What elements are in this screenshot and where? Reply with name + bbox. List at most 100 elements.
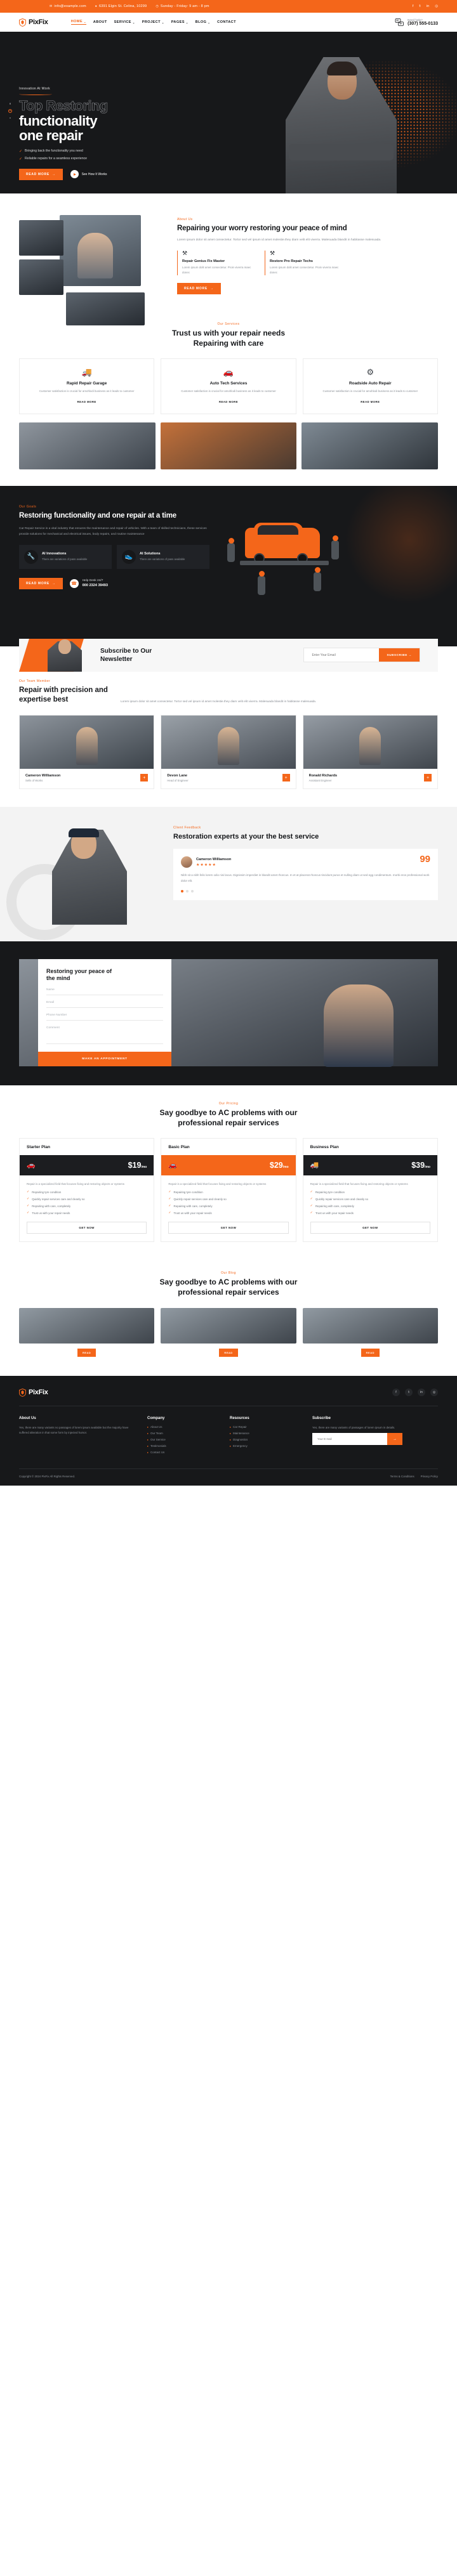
blog-cards: READ READ READ (19, 1307, 438, 1357)
plus-icon[interactable]: + (423, 774, 432, 782)
tools-icon: 🔧 (24, 549, 38, 564)
comment-field[interactable]: Comment (46, 1026, 163, 1045)
goals-helpdesk[interactable]: ☎ Help Desk 24/7 000 2324 39493 (69, 579, 108, 588)
nav-item-blog[interactable]: BLOG ⌄ (195, 20, 211, 25)
pricing-card-basic[interactable]: Basic Plan 🚗 $29/mo Repair is a speciali… (161, 1138, 296, 1243)
footer-subscribe-button[interactable]: → (387, 1433, 402, 1446)
linkedin-icon[interactable]: in (418, 1389, 425, 1397)
service-card-2-link[interactable]: READ MORE (219, 400, 238, 403)
check-icon: ✓ (310, 1204, 313, 1208)
nav-item-home[interactable]: HOME ⌄ (70, 20, 86, 25)
pricing-card-starter-button[interactable]: GET NOW (27, 1222, 147, 1234)
play-icon[interactable] (70, 170, 79, 178)
team-section: Our Team Member Repair with precision an… (0, 660, 457, 807)
testimonial-dot-2[interactable] (186, 889, 189, 892)
mechanic-figure-3 (314, 566, 321, 591)
newsletter-email-input[interactable] (304, 648, 380, 662)
email-field[interactable]: Email (46, 1001, 163, 1009)
goals-cta-row: READ MORE → ☎ Help Desk 24/7 000 2324 39… (19, 577, 209, 589)
hero-read-more-label: READ MORE (26, 172, 50, 176)
car-wash-icon: 🚗 (168, 1161, 178, 1169)
linkedin-icon[interactable]: in (427, 4, 429, 8)
footer-terms-link[interactable]: Terms & Conditions (390, 1475, 414, 1478)
pricing-card-starter-feature-2: ✓ Quickly repair services care and cleanl… (27, 1197, 85, 1201)
name-field[interactable]: Name (46, 988, 163, 996)
twitter-icon[interactable]: 𝕥 (405, 1389, 413, 1397)
team-cards: Cameron Williamson Sells of Works + Devo… (19, 714, 438, 789)
hero-read-more-button[interactable]: READ MORE → (19, 168, 63, 180)
car-check-icon: 🚗 (223, 367, 234, 377)
testimonial-dots[interactable] (181, 889, 430, 892)
brand-logo[interactable]: PixFix (19, 18, 48, 27)
team-card-3[interactable]: Ronald Richards Assistant Engineer + (302, 714, 438, 789)
plus-icon[interactable]: + (282, 774, 290, 782)
newsletter-subscribe-button[interactable]: SUBSCRIBE → (379, 648, 420, 662)
footer-email-input[interactable] (312, 1433, 387, 1446)
service-card-3[interactable]: ⚙ Roadside Auto Repair Customer satisfac… (302, 358, 438, 414)
hero-video-link[interactable]: See How It Works (70, 170, 107, 178)
testimonial-dot-1-active[interactable] (181, 889, 183, 892)
twitter-icon[interactable]: 𝕥 (419, 4, 421, 8)
footer-resources-link-4[interactable]: ▸ Emergency (230, 1444, 298, 1448)
topbar-hours: ◷ Sunday - Friday: 9 am - 8 pm (156, 4, 209, 8)
footer-resources-link-3[interactable]: ▸ Diagnostics (230, 1438, 298, 1441)
car-repair-icon: 🚗 (27, 1161, 36, 1169)
nav-item-service[interactable]: SERVICE ⌄ (114, 20, 135, 25)
nav-item-about[interactable]: ABOUT (93, 20, 107, 25)
instagram-icon[interactable]: ◎ (435, 4, 438, 8)
service-card-3-link[interactable]: READ MORE (361, 400, 380, 403)
about-read-more-button[interactable]: READ MORE → (177, 283, 221, 295)
service-card-2[interactable]: 🚗 Auto Tech Services Customer satisfacti… (161, 358, 296, 414)
footer-resources-link-1[interactable]: ▸ Car Repair (230, 1425, 298, 1429)
about-read-more-label: READ MORE (184, 287, 208, 291)
footer-company-link-4[interactable]: ▸ Testimonials (147, 1444, 216, 1448)
nav-phone-number[interactable]: (307) 555-0133 (407, 22, 438, 26)
phone-field[interactable]: Phone Number (46, 1014, 163, 1021)
blog-card-3[interactable]: READ (302, 1307, 438, 1357)
footer-company-link-5[interactable]: ▸ Contact Us (147, 1451, 216, 1454)
toolbox-icon: ⚒ (270, 250, 275, 257)
team-card-1[interactable]: Cameron Williamson Sells of Works + (19, 714, 155, 789)
goals-helpdesk-number[interactable]: 000 2324 39493 (83, 584, 108, 587)
goals-card-1[interactable]: 🔧 AI Innovations There are variations of… (19, 544, 112, 569)
pricing-card-business[interactable]: Business Plan 🚚 $39/mo Repair is a speci… (302, 1138, 438, 1243)
shield-logo-icon (19, 18, 26, 27)
pricing-card-business-button[interactable]: GET NOW (310, 1222, 430, 1234)
arrow-right-icon: → (408, 653, 412, 657)
instagram-icon[interactable]: ◎ (430, 1389, 438, 1397)
footer-company-link-1[interactable]: ▸ About Us (147, 1425, 216, 1429)
topbar-info: ✉ info@example.com ● 6391 Elgin St. Celi… (50, 4, 209, 8)
goals-read-more-button[interactable]: READ MORE → (19, 577, 63, 589)
nav-item-pages-label: PAGES (171, 20, 185, 24)
footer-resources-link-2[interactable]: ▸ Maintenance (230, 1432, 298, 1435)
team-card-2[interactable]: Devon Lane Head of Engineer + (161, 714, 296, 789)
footer-company-link-3[interactable]: ▸ Our Service (147, 1438, 216, 1441)
footer-privacy-link[interactable]: Privacy Policy (421, 1475, 438, 1478)
footer-brand-logo[interactable]: PixFix (19, 1388, 48, 1397)
goals-card-2[interactable]: 👟 AI Solutions There are variations of p… (117, 544, 209, 569)
service-card-1[interactable]: 🚚 Rapid Repair Garage Customer satisfact… (19, 358, 155, 414)
blog-card-2[interactable]: READ (161, 1307, 296, 1357)
nav-item-project[interactable]: PROJECT ⌄ (142, 20, 164, 25)
check-icon: ✓ (310, 1190, 313, 1194)
footer-subscribe-text: Yes, there are many variants of passages… (312, 1425, 395, 1429)
plus-icon[interactable]: + (140, 774, 149, 782)
service-card-1-link[interactable]: READ MORE (77, 400, 96, 403)
make-appointment-button[interactable]: MAKE AN APPOINTMENT (38, 1052, 171, 1067)
blog-card-2-button[interactable]: READ (219, 1348, 238, 1357)
topbar-email[interactable]: ✉ info@example.com (50, 4, 86, 8)
facebook-icon[interactable]: f (392, 1389, 400, 1397)
facebook-icon[interactable]: f (413, 4, 414, 8)
blog-card-3-button[interactable]: READ (361, 1348, 380, 1357)
newsletter-subscribe-label: SUBSCRIBE (387, 653, 407, 657)
nav-item-contact[interactable]: CONTACT (217, 20, 236, 25)
testimonial-dot-3[interactable] (191, 889, 194, 892)
footer-company-link-2[interactable]: ▸ Our Team (147, 1432, 216, 1435)
pricing-card-starter-text: Repair is a specialized field that focus… (27, 1182, 124, 1186)
blog-card-1-button[interactable]: READ (77, 1348, 96, 1357)
pricing-card-basic-button[interactable]: GET NOW (168, 1222, 289, 1234)
blog-card-1[interactable]: READ (19, 1307, 155, 1357)
nav-item-pages[interactable]: PAGES ⌄ (171, 20, 189, 25)
nav-contact-block[interactable]: Need help? (307) 555-0133 (395, 18, 438, 27)
pricing-card-starter[interactable]: Starter Plan 🚗 $19/mo Repair is a specia… (19, 1138, 155, 1243)
